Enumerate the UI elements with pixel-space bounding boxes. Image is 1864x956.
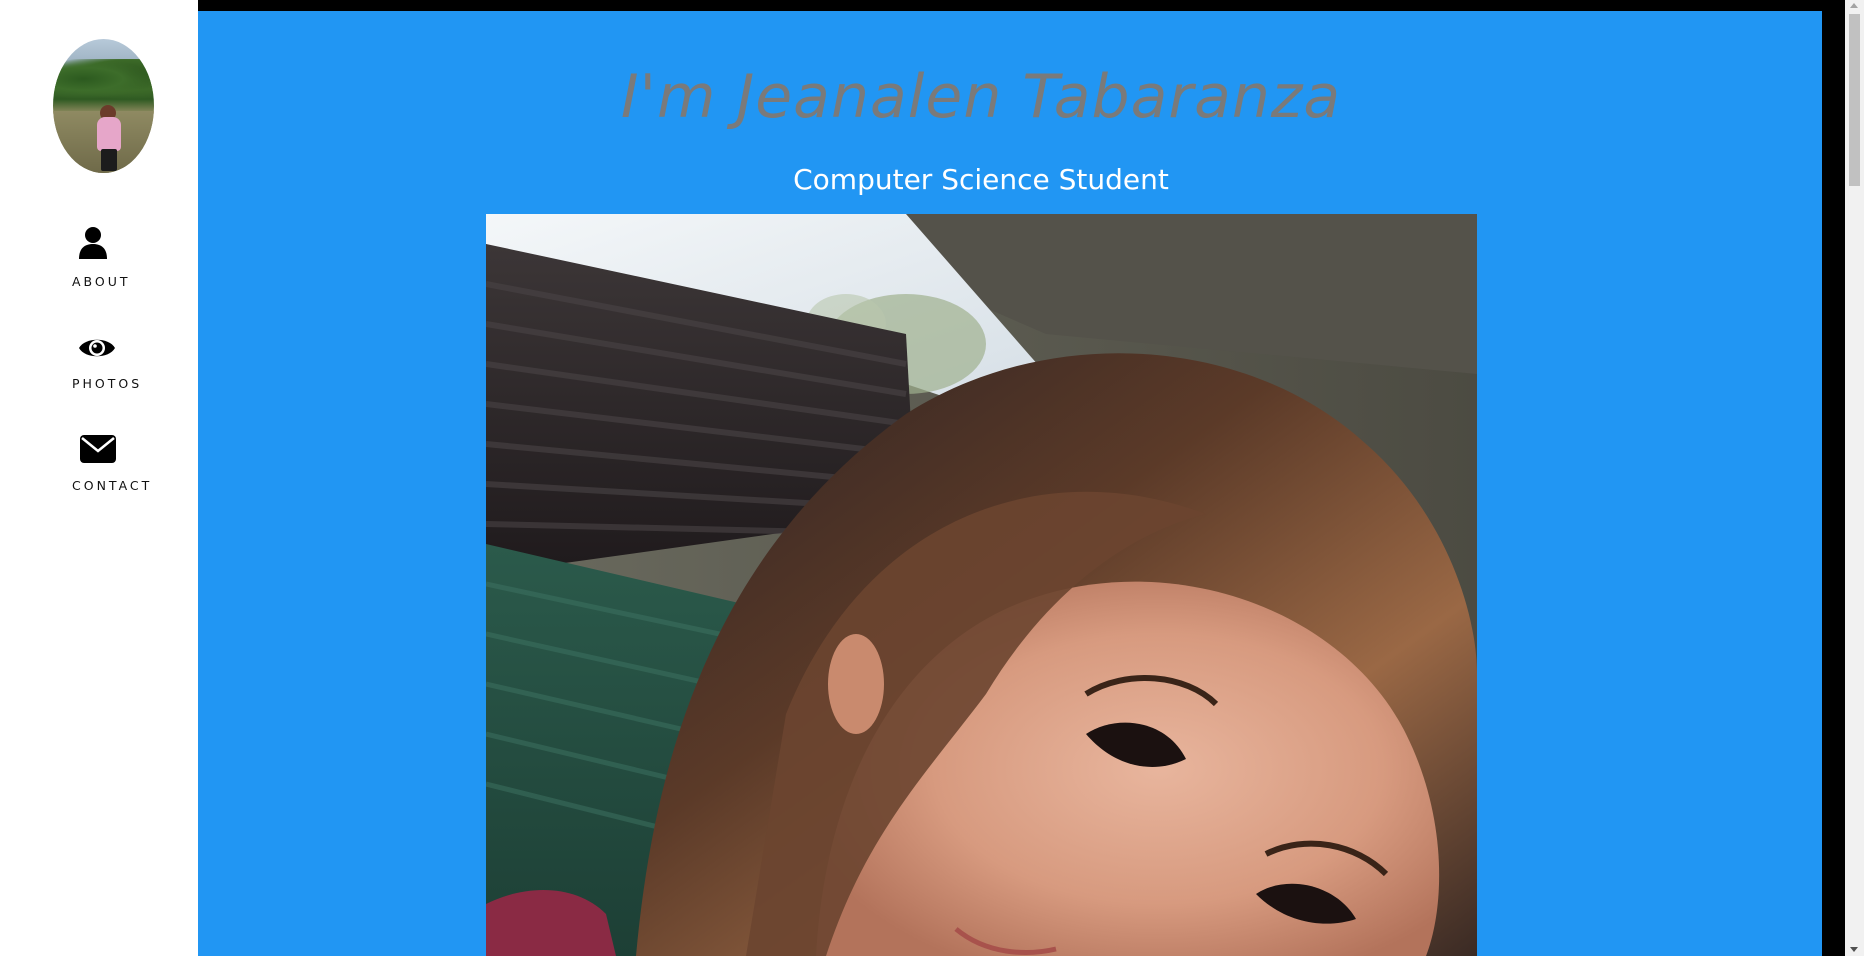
nav-item-label: ABOUT <box>72 274 131 289</box>
nav-item-label: CONTACT <box>72 478 153 493</box>
top-bar <box>198 0 1822 11</box>
page-subtitle: Computer Science Student <box>793 163 1169 196</box>
scrollbar-thumb[interactable] <box>1849 14 1860 186</box>
avatar-person-legs <box>101 149 117 171</box>
eye-icon <box>78 334 116 366</box>
scroll-up-arrow-icon[interactable] <box>1850 3 1858 8</box>
vertical-scrollbar[interactable] <box>1845 0 1864 956</box>
nav-item-photos[interactable]: PHOTOS <box>0 332 198 402</box>
page-title: I'm Jeanalen Tabaranza <box>620 62 1342 132</box>
nav-item-label: PHOTOS <box>72 376 143 391</box>
hero-photo <box>486 214 1477 956</box>
sidebar: ABOUT PHOTOS CONTACT <box>0 0 198 956</box>
avatar <box>53 39 154 173</box>
avatar-trees <box>53 59 154 99</box>
nav-item-about[interactable]: ABOUT <box>0 226 198 296</box>
scroll-down-arrow-icon[interactable] <box>1850 947 1858 952</box>
hero-section: I'm Jeanalen Tabaranza Computer Science … <box>198 0 1822 956</box>
nav-item-contact[interactable]: CONTACT <box>0 432 198 502</box>
avatar-person-body <box>97 117 121 151</box>
envelope-icon <box>79 434 117 468</box>
user-icon <box>78 226 108 264</box>
right-edge-bar <box>1822 0 1845 956</box>
